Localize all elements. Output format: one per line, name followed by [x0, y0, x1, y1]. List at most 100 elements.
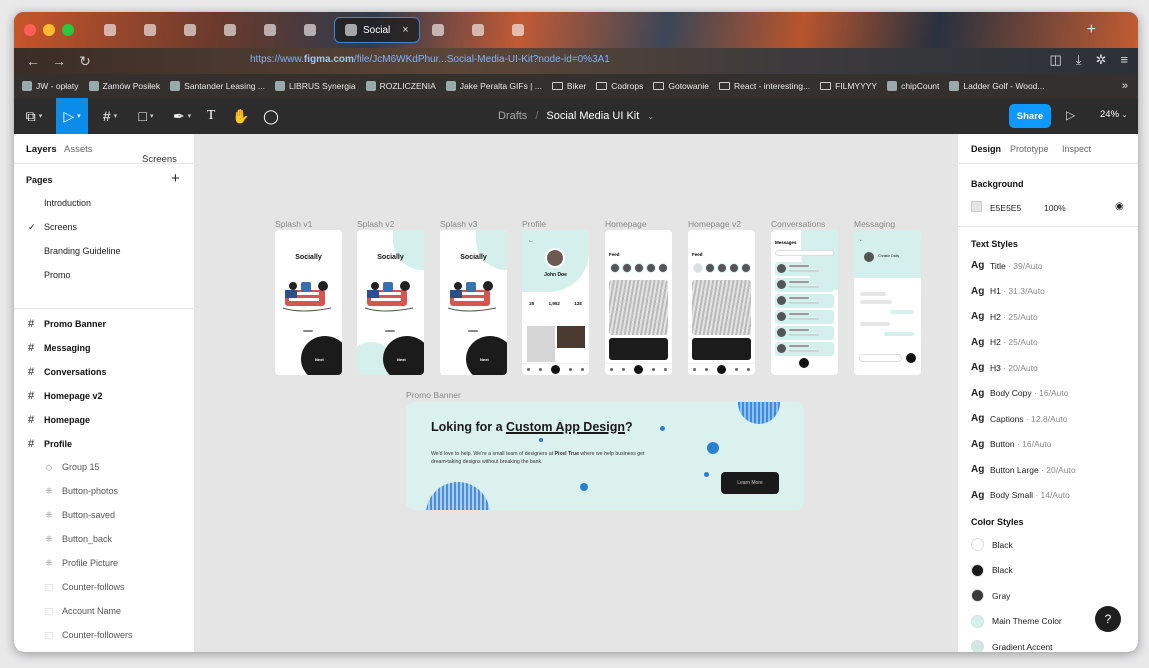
browser-tab[interactable]	[174, 17, 212, 43]
tab-inspect[interactable]: Inspect	[1062, 144, 1091, 154]
help-button[interactable]: ?	[1095, 606, 1121, 632]
layer-child[interactable]: ⁜ Button-photos	[44, 486, 118, 496]
page-item[interactable]: Promo	[44, 270, 71, 280]
tab-layers[interactable]: Layers	[26, 144, 57, 155]
color-style-item[interactable]: Gradient Accent	[971, 640, 1052, 652]
eye-icon[interactable]: ◉	[1115, 201, 1124, 212]
text-style-item[interactable]: Ag Captions · 12.8/Auto	[971, 413, 1068, 424]
tab-assets[interactable]: Assets	[64, 144, 93, 155]
layer-child[interactable]: ⬚ Counter-followers	[44, 630, 133, 640]
layer-frame[interactable]: # Conversations	[26, 366, 107, 378]
bookmark-item[interactable]: ROZLICZENIA	[365, 81, 436, 91]
text-tool-button[interactable]: T	[200, 98, 222, 134]
tab-design[interactable]: Design	[971, 144, 1001, 154]
background-opacity-input[interactable]: 100%	[1044, 203, 1066, 213]
browser-tab-active[interactable]: Social ×	[334, 17, 420, 43]
bookmark-item[interactable]: Codrops	[596, 81, 643, 91]
layer-frame[interactable]: # Profile	[26, 438, 72, 450]
browser-tab[interactable]	[462, 17, 500, 43]
bookmark-item[interactable]: FILMYYYY	[820, 81, 877, 91]
layer-child[interactable]: ◇ Group 15	[44, 462, 100, 472]
frame-splash-v3[interactable]: Socially Next	[440, 230, 507, 375]
background-color-swatch[interactable]	[971, 201, 982, 212]
close-tab-icon[interactable]: ×	[402, 24, 408, 36]
bookmark-item[interactable]: JW - opłaty	[22, 81, 79, 91]
page-item[interactable]: Screens	[44, 222, 77, 232]
address-field[interactable]: https://www.figma.com/file/JcM6WKdPhur..…	[250, 54, 610, 65]
tab-prototype[interactable]: Prototype	[1010, 144, 1049, 154]
hand-tool-button[interactable]: ✋	[230, 98, 252, 134]
maximize-window-button[interactable]	[62, 24, 74, 36]
zoom-dropdown[interactable]: 24% ⌄	[1100, 109, 1128, 120]
move-tool-button[interactable]: ▷ ▾	[56, 98, 88, 134]
frame-promo-banner[interactable]: Loking for a Custom App Design? We'd lov…	[406, 402, 804, 510]
frame-messaging[interactable]: ← Christie Daily	[854, 230, 921, 375]
minimize-window-button[interactable]	[43, 24, 55, 36]
browser-tab[interactable]	[502, 17, 540, 43]
bookmark-item[interactable]: Biker	[551, 81, 586, 91]
text-style-item[interactable]: Ag H1 · 31.3/Auto	[971, 286, 1045, 297]
browser-tab[interactable]	[294, 17, 332, 43]
bookmark-item[interactable]: Gotowanie	[653, 81, 709, 91]
text-style-item[interactable]: Ag Button · 16/Auto	[971, 439, 1051, 450]
menu-icon[interactable]: ≡	[1120, 52, 1128, 68]
text-style-item[interactable]: Ag Title · 39/Auto	[971, 260, 1043, 271]
layer-frame[interactable]: # Messaging	[26, 342, 91, 354]
browser-tab[interactable]	[254, 17, 292, 43]
design-canvas[interactable]: Splash v1 Splash v2 Splash v3 Profile Homepa…	[195, 134, 957, 652]
extension-icon[interactable]: ✲	[1096, 52, 1107, 68]
bookmark-item[interactable]: Ladder Golf - Wood...	[949, 81, 1045, 91]
frame-homepage-v2[interactable]: Feed	[688, 230, 755, 375]
layer-child[interactable]: ⁜ Button-saved	[44, 510, 115, 520]
layer-child[interactable]: ⁜ Profile Picture	[44, 558, 118, 568]
layer-frame[interactable]: # Promo Banner	[26, 318, 106, 330]
background-hex-input[interactable]: E5E5E5	[990, 203, 1021, 213]
back-arrow-icon[interactable]: ←	[20, 53, 46, 69]
color-style-item[interactable]: Main Theme Color	[971, 614, 1062, 628]
new-tab-icon[interactable]: +	[1087, 21, 1096, 39]
layer-child[interactable]: ⬚ Account Name	[44, 606, 121, 616]
color-style-item[interactable]: Black	[971, 563, 1013, 577]
color-style-item[interactable]: Gray	[971, 589, 1010, 602]
page-item[interactable]: Branding Guideline	[44, 246, 121, 256]
chevron-down-icon[interactable]: ⌄	[647, 112, 654, 121]
pen-tool-button[interactable]: ✒ ▾	[166, 98, 198, 134]
more-bookmarks-icon[interactable]: »	[1122, 80, 1128, 92]
text-style-item[interactable]: Ag Body Copy · 16/Auto	[971, 388, 1068, 399]
page-item[interactable]: Introduction	[44, 198, 91, 208]
text-style-item[interactable]: Ag Body Small · 14/Auto	[971, 490, 1070, 501]
add-page-icon[interactable]: +	[171, 170, 180, 187]
main-menu-button[interactable]: ⧉ ▾	[18, 98, 50, 134]
frame-splash-v2[interactable]: Socially Next	[357, 230, 424, 375]
shape-tool-button[interactable]: □ ▾	[130, 98, 162, 134]
browser-tab[interactable]	[134, 17, 172, 43]
pocket-icon[interactable]: ◫	[1049, 52, 1061, 68]
forward-arrow-icon[interactable]: →	[46, 53, 72, 69]
text-style-item[interactable]: Ag Button Large · 20/Auto	[971, 464, 1076, 475]
text-style-item[interactable]: Ag H3 · 20/Auto	[971, 362, 1038, 373]
comment-tool-button[interactable]: ◯	[260, 98, 282, 134]
layer-child[interactable]: ⬚ Counter-follows	[44, 582, 125, 592]
frame-homepage[interactable]: Feed	[605, 230, 672, 375]
bookmark-item[interactable]: Santander Leasing ...	[170, 81, 265, 91]
bookmark-item[interactable]: LIBRUS Synergia	[274, 81, 356, 91]
downloads-icon[interactable]: ⤓	[1076, 52, 1082, 68]
text-style-item[interactable]: Ag H2 · 25/Auto	[971, 337, 1038, 348]
browser-tab[interactable]	[94, 17, 132, 43]
frame-splash-v1[interactable]: Socially Next	[275, 230, 342, 375]
present-play-icon[interactable]: ▷	[1066, 108, 1075, 122]
color-style-item[interactable]: Black	[971, 538, 1013, 551]
layer-child[interactable]: ⁜ Button_back	[44, 534, 112, 544]
browser-tab[interactable]	[422, 17, 460, 43]
layer-frame[interactable]: # Homepage	[26, 414, 90, 426]
breadcrumb-drafts[interactable]: Drafts	[498, 110, 527, 122]
frame-tool-button[interactable]: # ▾	[94, 98, 126, 134]
layer-frame[interactable]: # Homepage v2	[26, 390, 103, 402]
frame-conversations[interactable]: Messages	[771, 230, 838, 375]
text-style-item[interactable]: Ag H2 · 25/Auto	[971, 311, 1038, 322]
bookmark-item[interactable]: Jake Peralta GIFs | ...	[445, 81, 542, 91]
bookmark-item[interactable]: chipCount	[887, 81, 939, 91]
share-button[interactable]: Share	[1009, 104, 1051, 128]
bookmark-item[interactable]: React - interesting...	[719, 81, 810, 91]
frame-profile[interactable]: ← John Doe 25 1,952 128	[522, 230, 589, 375]
